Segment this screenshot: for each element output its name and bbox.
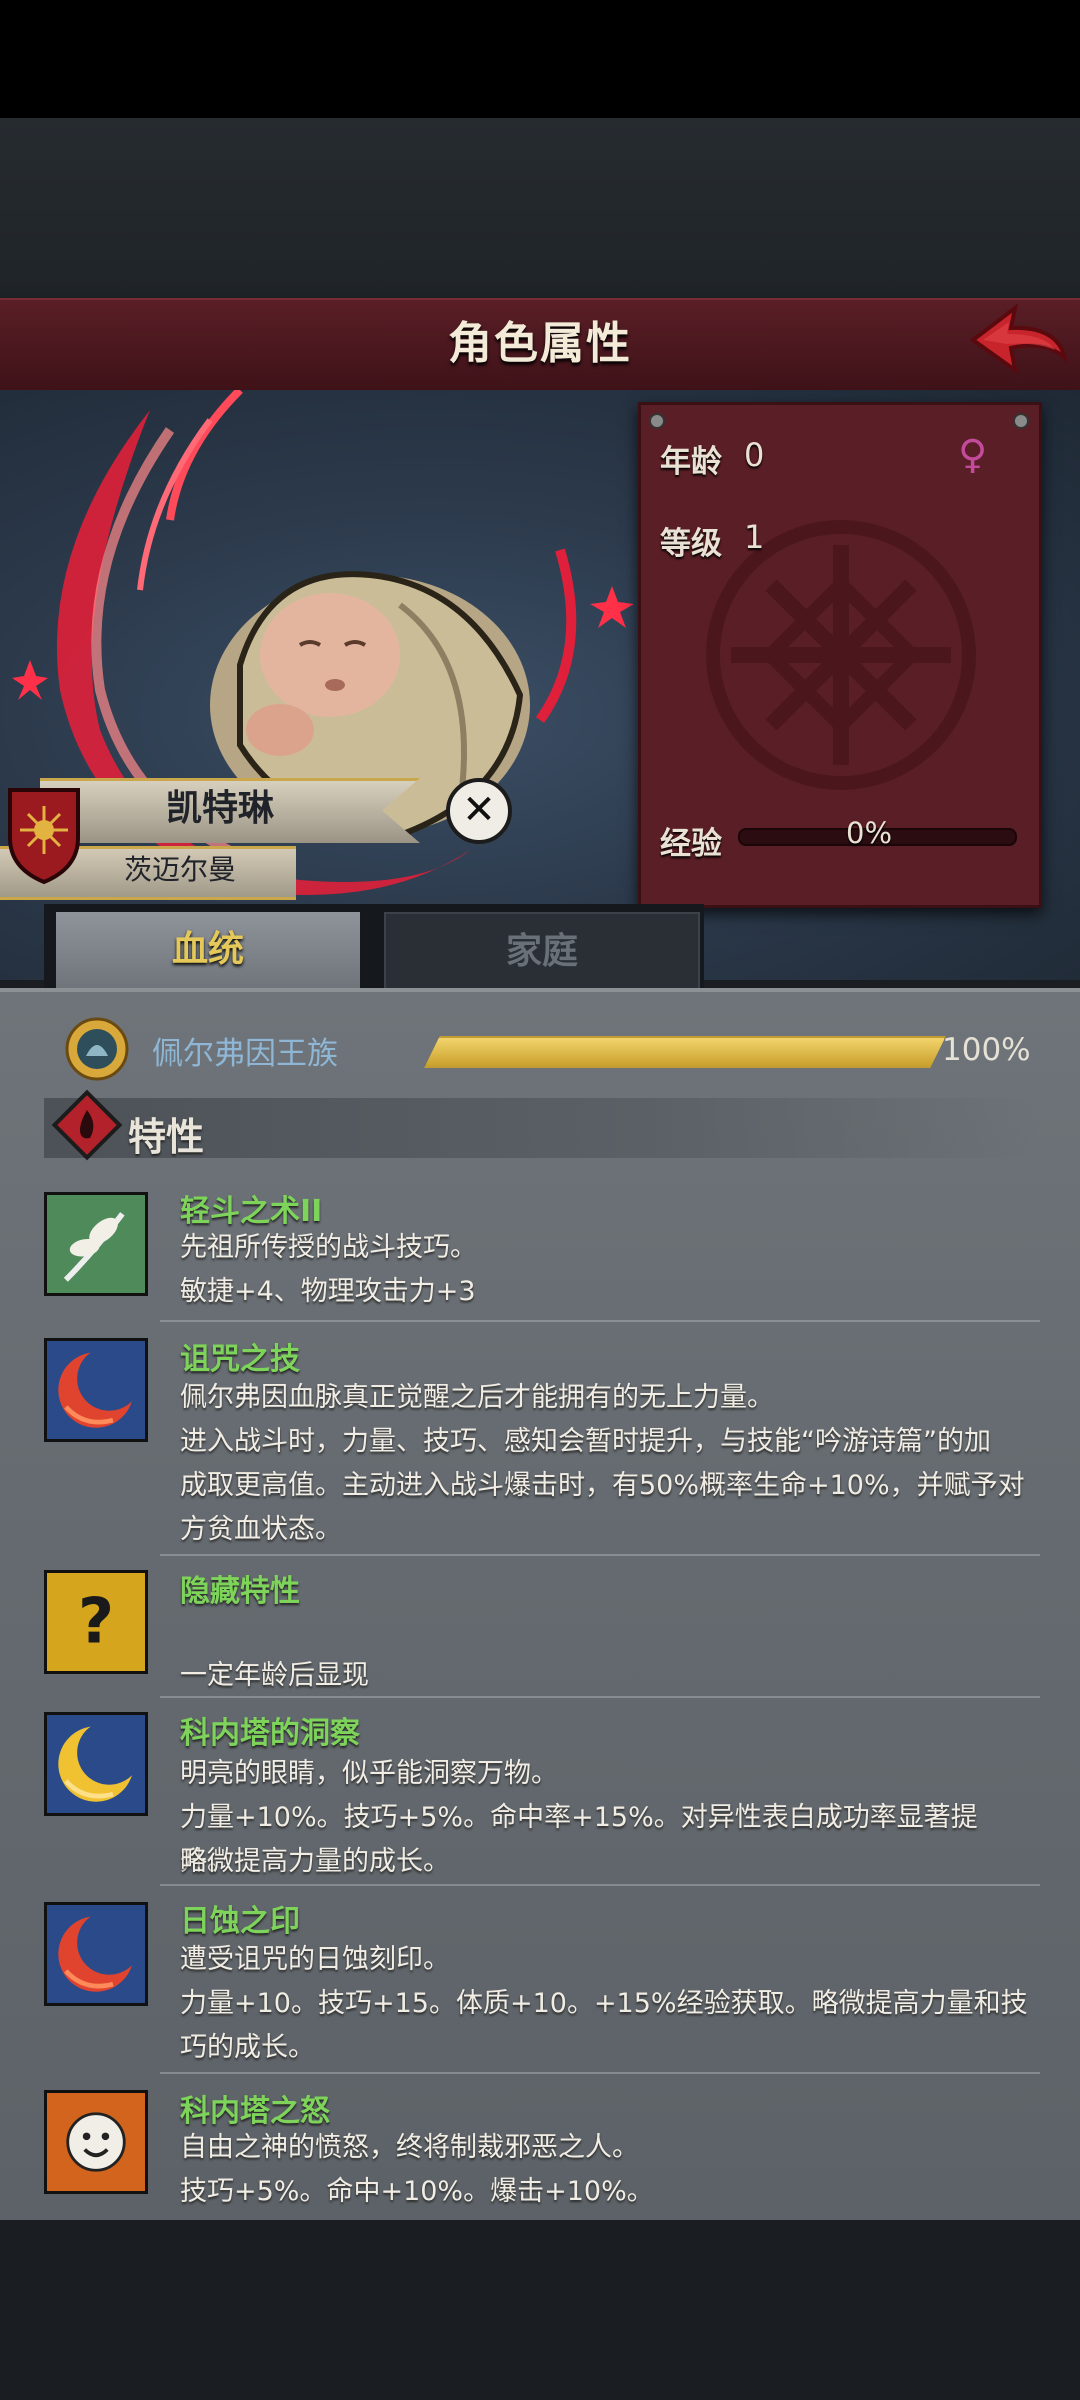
trait-description-line: 力量+10。技巧+15。体质+10。+15%经验获取。略微提高力量和技 <box>180 1988 1028 2019</box>
smiling-sun-icon[interactable] <box>44 2090 148 2194</box>
status-bar <box>0 0 1080 118</box>
trait-description-line: 佩尔弗因血脉真正觉醒之后才能拥有的无上力量。 <box>180 1382 774 1413</box>
trait-description-line: 敏捷+4、物理攻击力+3 <box>180 1276 476 1307</box>
exp-label: 经验 <box>660 826 722 862</box>
svg-text:?: ? <box>78 1585 114 1658</box>
trait-description-line: 一定年龄后显现 <box>180 1660 369 1691</box>
red-crescent-icon[interactable] <box>44 1902 148 2006</box>
house-shield-icon <box>8 788 80 885</box>
question-mark-icon[interactable]: ? <box>44 1570 148 1674</box>
dismiss-button[interactable]: ✕ <box>446 778 512 844</box>
trait-description-line: 技巧+5%。命中+10%。爆击+10%。 <box>180 2176 654 2207</box>
trait-divider <box>160 1884 1040 1886</box>
lineage-percent: 100% <box>942 1032 1031 1068</box>
trait-name: 科内塔之怒 <box>180 2094 330 2129</box>
tab-family[interactable]: 家庭 <box>384 912 700 992</box>
close-icon: ✕ <box>462 787 496 833</box>
trait-name: 轻斗之术II <box>180 1194 323 1229</box>
feather-plant-icon[interactable] <box>44 1192 148 1296</box>
exp-percent: 0% <box>846 816 893 850</box>
gold-crescent-icon[interactable] <box>44 1712 148 1816</box>
age-value: 0 <box>744 436 765 474</box>
character-house: 茨迈尔曼 <box>123 853 236 886</box>
trait-name: 日蚀之印 <box>180 1904 300 1939</box>
bottom-background <box>0 2220 1080 2400</box>
red-crescent-icon[interactable] <box>44 1338 148 1442</box>
panel-rivet <box>1013 413 1029 429</box>
flame-diamond-icon <box>51 1089 123 1161</box>
back-arrow-icon[interactable] <box>965 300 1075 380</box>
tab-lineage[interactable]: 血统 <box>56 912 360 988</box>
upper-background <box>0 118 1080 298</box>
trait-description-line: 成取更高值。主动进入战斗爆击时，有50%概率生命+10%，并赋予对 <box>180 1470 1025 1501</box>
trait-name: 科内塔的洞察 <box>180 1716 360 1751</box>
trait-name: 隐藏特性 <box>180 1574 300 1609</box>
level-value: 1 <box>744 518 765 556</box>
level-label: 等级 <box>660 526 722 562</box>
trait-divider <box>160 1320 1040 1322</box>
trait-divider <box>160 1696 1040 1698</box>
trait-name: 诅咒之技 <box>180 1342 300 1377</box>
celtic-knot-icon <box>706 520 976 790</box>
trait-divider <box>160 2072 1040 2074</box>
age-label: 年龄 <box>660 444 722 480</box>
trait-description-line: 自由之神的愤怒，终将制裁邪恶之人。 <box>180 2132 639 2163</box>
page-title: 角色属性 <box>448 318 632 369</box>
trait-description-line: 巧的成长。 <box>180 2032 315 2063</box>
trait-description-line: 先祖所传授的战斗技巧。 <box>180 1232 477 1263</box>
trait-description-line: 方贫血状态。 <box>180 1514 342 1545</box>
lineage-progress-bar <box>424 1036 946 1068</box>
trait-description-line: 明亮的眼睛，似乎能洞察万物。 <box>180 1758 558 1789</box>
panel-rivet <box>649 413 665 429</box>
lineage-crest-icon <box>65 1017 129 1081</box>
trait-description-line: 遭受诅咒的日蚀刻印。 <box>180 1944 450 1975</box>
trait-description-line: 略微提高力量的成长。 <box>180 1846 450 1877</box>
trait-divider <box>160 1554 1040 1556</box>
lineage-progress-fill <box>426 1038 944 1066</box>
lineage-name: 佩尔弗因王族 <box>152 1036 338 1072</box>
female-icon: ♀ <box>958 432 988 478</box>
character-name: 凯特琳 <box>165 788 274 829</box>
trait-description-line: 进入战斗时，力量、技巧、感知会暂时提升，与技能“吟游诗篇”的加 <box>180 1426 991 1457</box>
traits-section-title: 特性 <box>128 1115 205 1159</box>
